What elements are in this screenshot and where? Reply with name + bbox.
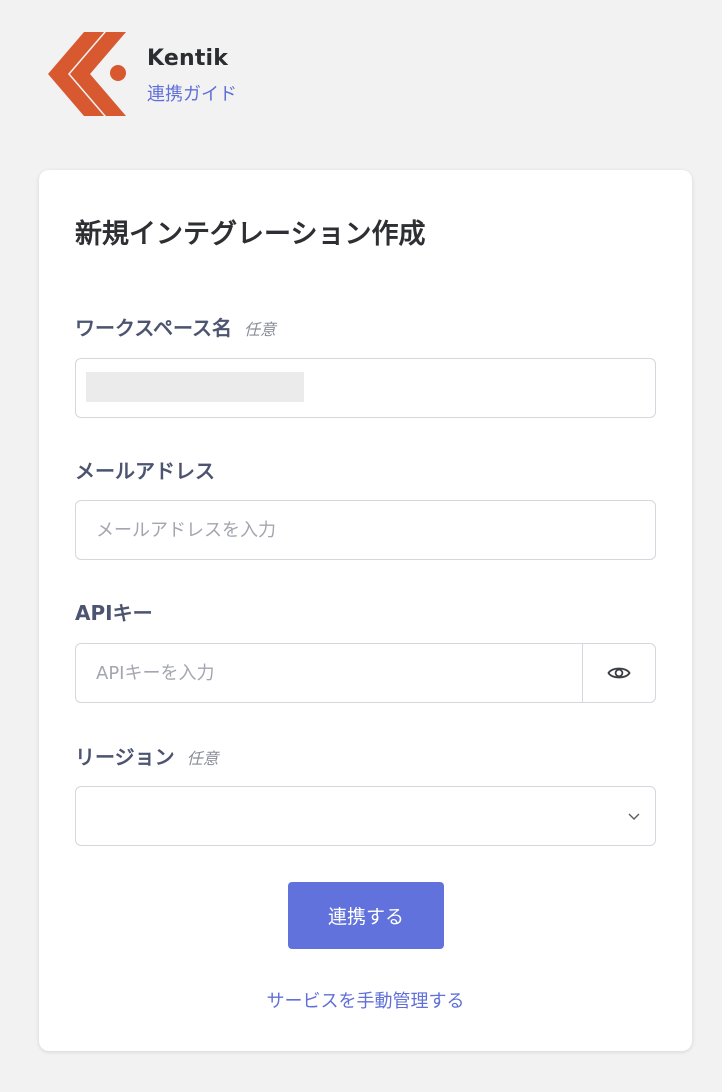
optional-tag: 任意: [244, 320, 277, 339]
kentik-logo-icon: [48, 32, 126, 116]
manual-management-link-text[interactable]: サービスを手動管理する: [267, 991, 465, 1012]
email-label: メールアドレス: [75, 459, 215, 483]
toggle-visibility-button[interactable]: [582, 644, 655, 702]
api-key-field[interactable]: [75, 643, 656, 703]
page-title: 新規インテグレーション作成: [75, 219, 426, 250]
api-key-input[interactable]: [76, 644, 582, 702]
api-key-label: APIキー: [75, 601, 153, 625]
integration-guide-link[interactable]: 連携ガイド: [147, 80, 237, 106]
workspace-name-field[interactable]: [75, 358, 656, 418]
region-label-text: リージョン: [75, 745, 175, 769]
optional-tag: 任意: [186, 749, 219, 768]
email-field[interactable]: [75, 500, 656, 560]
chevron-down-icon: [628, 813, 640, 820]
manual-management-link: サービスを手動管理する: [39, 987, 692, 1013]
eye-icon: [607, 667, 631, 679]
workspace-name-label-text: ワークスペース名: [75, 316, 232, 340]
workspace-name-label: ワークスペース名 任意: [75, 312, 276, 341]
brand-name: Kentik: [147, 46, 229, 71]
region-label: リージョン 任意: [75, 741, 219, 770]
region-select[interactable]: [75, 786, 656, 846]
email-input[interactable]: [76, 501, 655, 559]
connect-button[interactable]: 連携する: [288, 882, 444, 949]
redacted-value: [86, 372, 304, 402]
brand-header: Kentik 連携ガイド: [46, 30, 346, 118]
integration-form-card: 新規インテグレーション作成 ワークスペース名任意 メールアドレス APIキー リ…: [39, 170, 692, 1051]
